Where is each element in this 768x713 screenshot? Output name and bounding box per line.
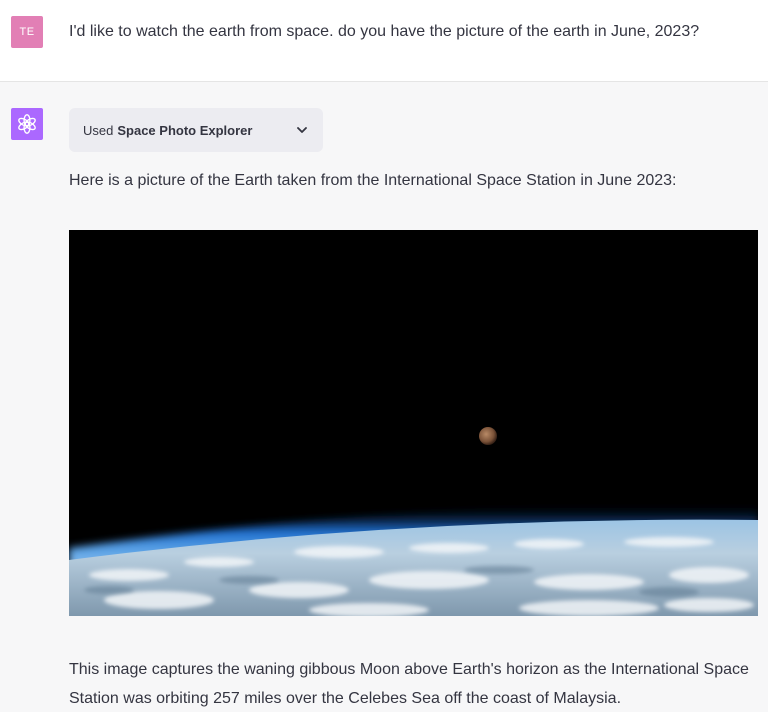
plugin-name: Space Photo Explorer (117, 122, 253, 138)
chevron-down-icon[interactable] (295, 123, 309, 137)
assistant-intro-text: Here is a picture of the Earth taken fro… (69, 172, 677, 189)
plugin-used-prefix: Used (83, 122, 114, 138)
assistant-avatar (11, 108, 43, 140)
assistant-caption-text: This image captures the waning gibbous M… (69, 661, 749, 707)
assistant-message-row: Used Space Photo Explorer Here is a pict… (0, 82, 768, 712)
plugin-used-toggle[interactable]: Used Space Photo Explorer (69, 108, 323, 152)
openai-logo-icon (18, 114, 36, 134)
user-message-row: TE I'd like to watch the earth from spac… (0, 0, 768, 82)
photo-illustration (69, 230, 758, 616)
earth-from-space-photo (69, 230, 758, 616)
moon (479, 427, 497, 445)
user-avatar: TE (11, 16, 43, 48)
user-message-text: I'd like to watch the earth from space. … (69, 23, 700, 40)
